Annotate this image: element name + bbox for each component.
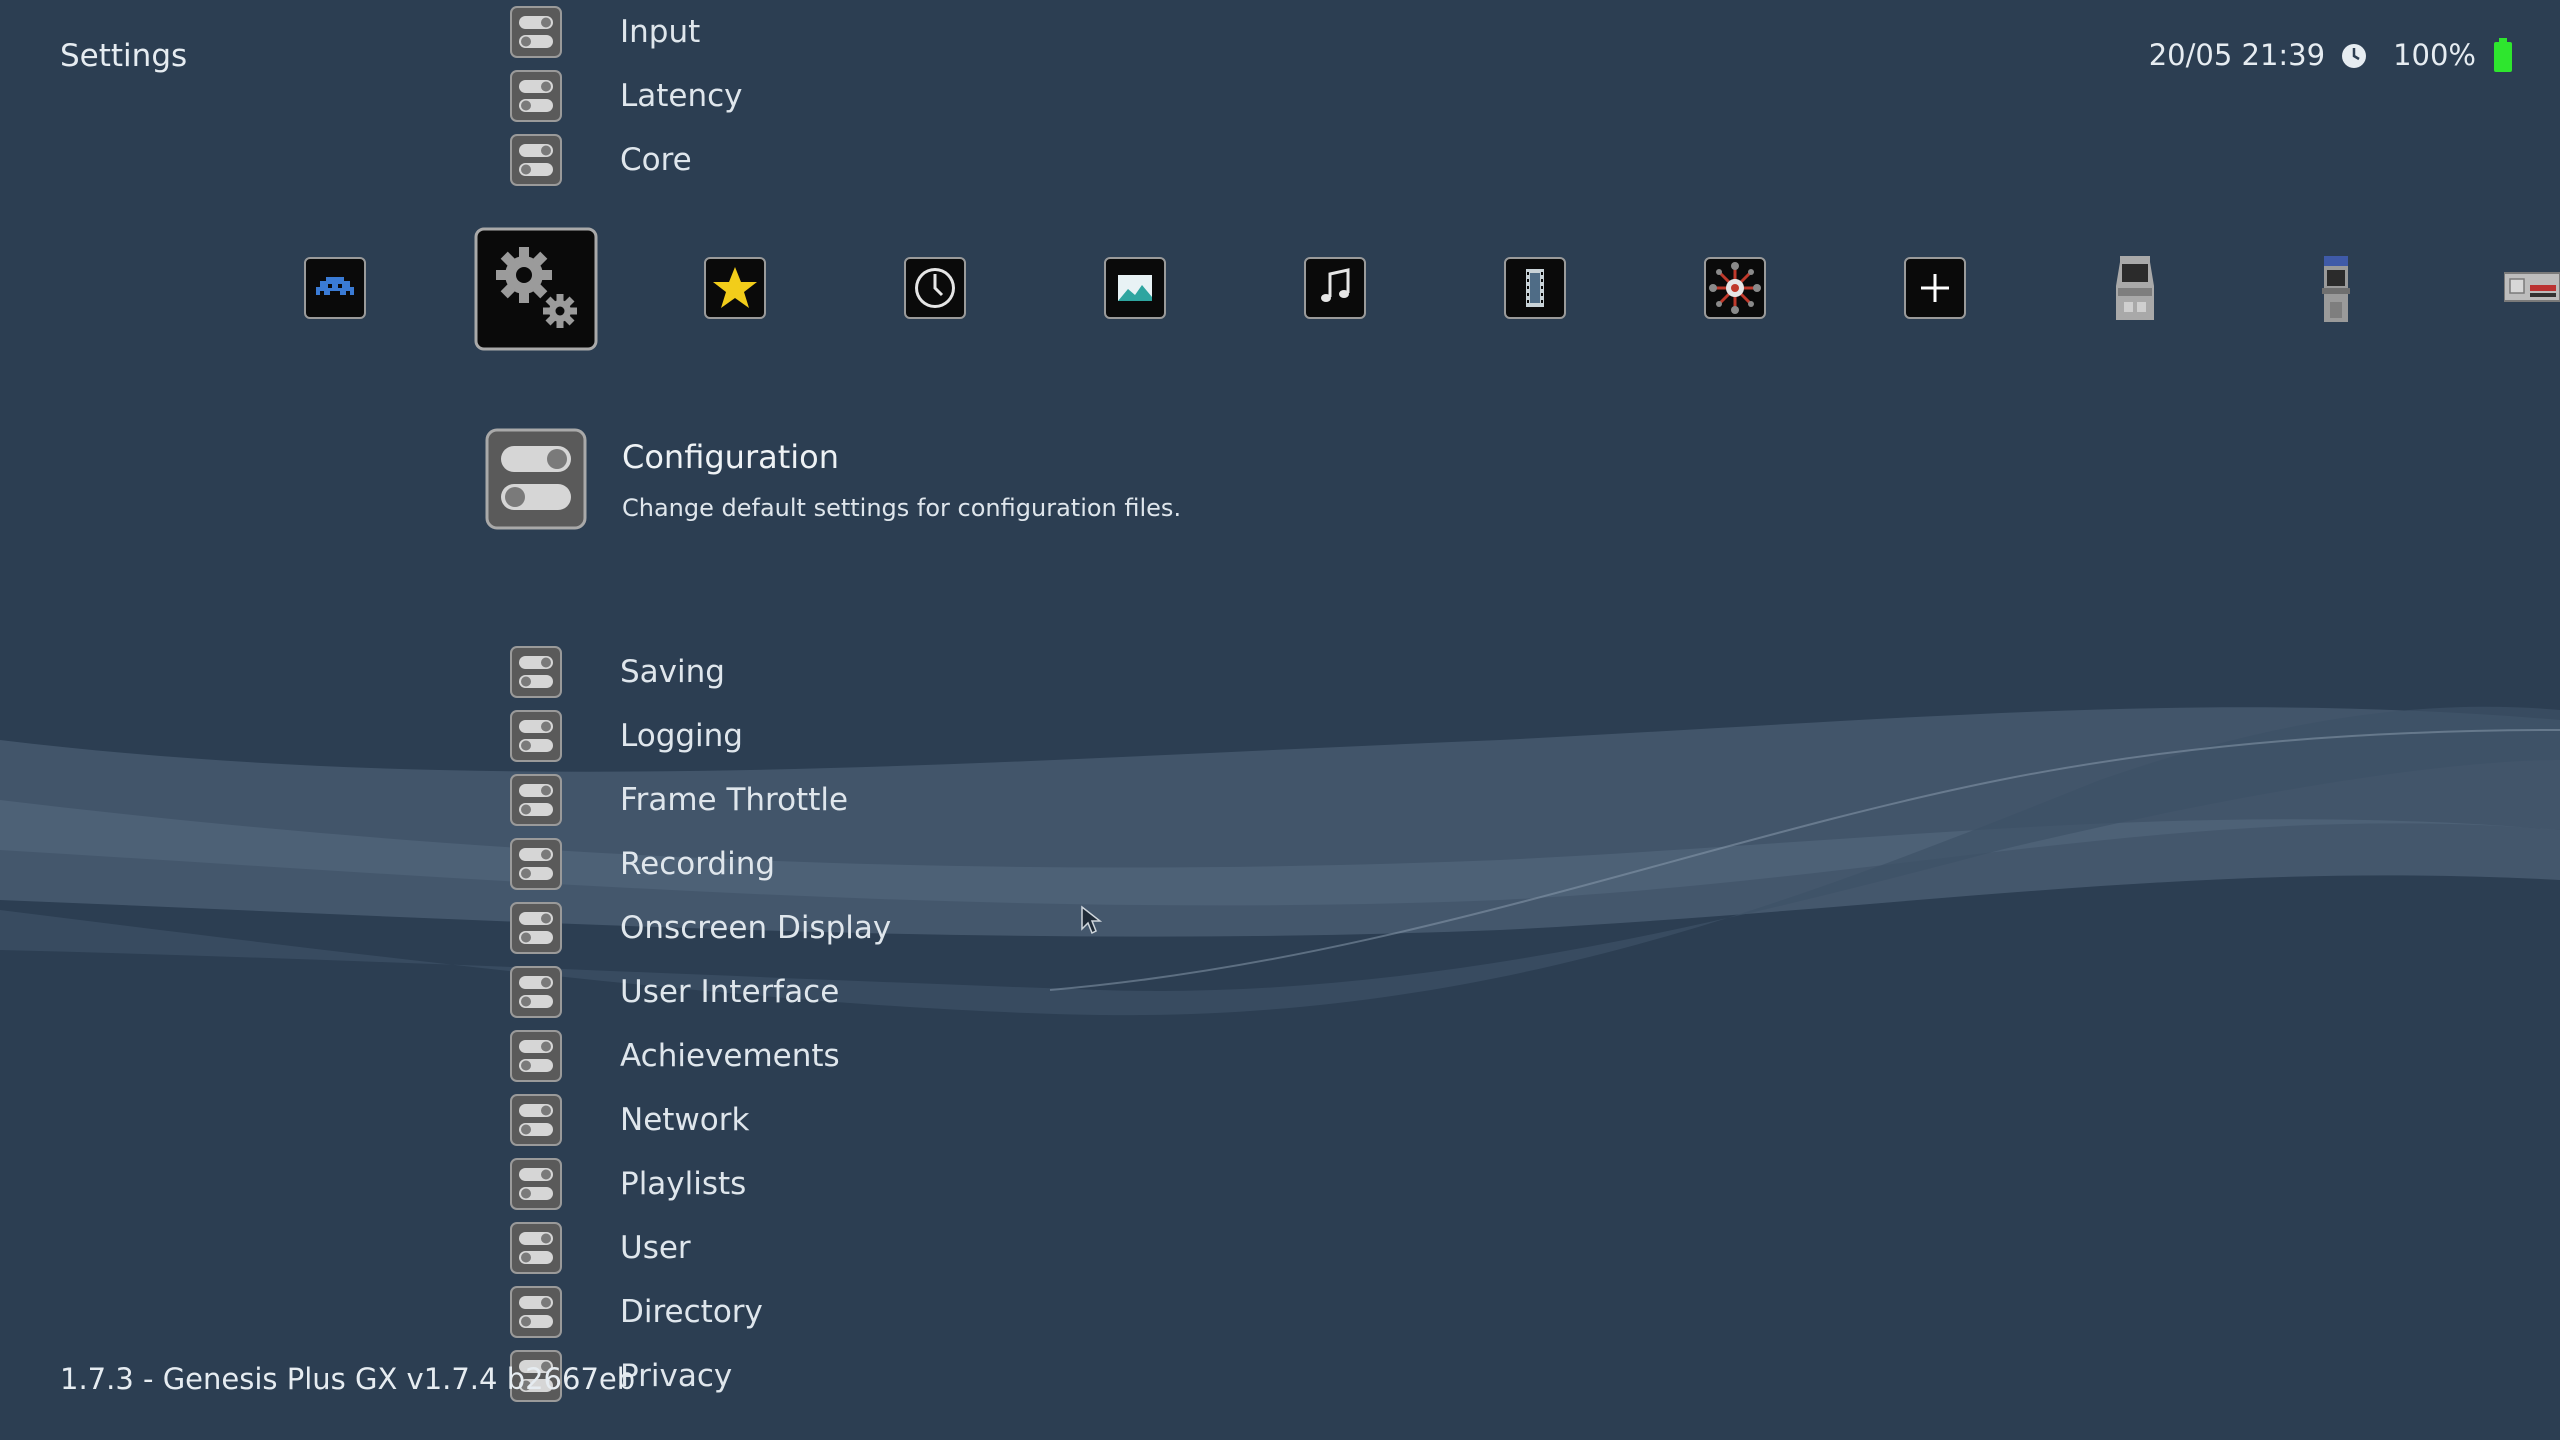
menu-item-label: Frame Throttle [620,782,849,818]
battery-icon [2494,38,2512,72]
menu-item-frame-throttle[interactable]: Frame Throttle [510,771,848,829]
tab-images[interactable] [1104,257,1166,319]
netplay-icon [1704,257,1766,319]
clock-icon [2341,42,2367,68]
toggle-switch-icon [485,428,587,530]
menu-item-network[interactable]: Network [510,1091,749,1149]
menu-item-user-interface[interactable]: User Interface [510,963,839,1021]
menu-item-label: Core [620,142,692,178]
plus-icon [1904,257,1966,319]
tab-arcade-upright[interactable] [2320,256,2352,322]
tab-arcade[interactable] [2110,254,2160,322]
menu-item-label: Saving [620,654,725,690]
toggle-switch-icon [510,646,562,698]
background-waves [0,706,2560,1016]
toggle-switch-icon [510,70,562,122]
version-text: 1.7.3 - Genesis Plus GX v1.7.4 b2667eb [60,1362,636,1396]
selected-item-title: Configuration [622,438,840,476]
battery-level: 100% [2393,38,2476,72]
menu-item-recording[interactable]: Recording [510,835,775,893]
toggle-switch-icon [510,710,562,762]
nes-console-icon [2504,272,2560,302]
menu-item-core[interactable]: Core [510,131,692,189]
menu-item-label: Latency [620,78,743,114]
menu-item-label: Achievements [620,1038,840,1074]
tab-videos[interactable] [1504,257,1566,319]
menu-item-label: Directory [620,1294,763,1330]
toggle-switch-icon [510,134,562,186]
datetime: 20/05 21:39 [2148,38,2326,72]
menu-item-onscreen-display[interactable]: Onscreen Display [510,899,891,957]
tab-history[interactable] [904,257,966,319]
tab-netplay[interactable] [1704,257,1766,319]
gears-icon [474,227,598,351]
menu-item-label: User [620,1230,691,1266]
menu-item-latency[interactable]: Latency [510,67,743,125]
menu-item-label: Playlists [620,1166,747,1202]
toggle-switch-icon [510,966,562,1018]
tab-favorites[interactable] [704,257,766,319]
toggle-switch-icon [510,1158,562,1210]
menu-item-logging[interactable]: Logging [510,707,743,765]
menu-item-directory[interactable]: Directory [510,1283,763,1341]
arcade-upright-icon [2322,256,2350,322]
film-icon [1504,257,1566,319]
menu-item-playlists[interactable]: Playlists [510,1155,746,1213]
toggle-switch-icon [510,1222,562,1274]
menu-item-label: Logging [620,718,743,754]
tab-console[interactable] [2504,271,2560,303]
arcade-cabinet-icon [2116,256,2154,320]
picture-icon [1104,257,1166,319]
toggle-switch-icon [510,902,562,954]
space-invader-icon [304,257,366,319]
tab-settings[interactable] [474,227,598,351]
menu-item-label: User Interface [620,974,840,1010]
menu-item-label: Onscreen Display [620,910,892,946]
toggle-switch-icon [510,1094,562,1146]
menu-item-label: Recording [620,846,776,882]
tab-music[interactable] [1304,257,1366,319]
tab-add[interactable] [1904,257,1966,319]
tab-main-menu[interactable] [304,257,366,319]
menu-item-user[interactable]: User [510,1219,691,1277]
status-bar: 20/05 21:39 100% [2149,38,2512,72]
menu-item-input[interactable]: Input [510,3,700,61]
mouse-cursor-icon [1081,905,1102,935]
menu-item-configuration[interactable]: Configuration Change default settings fo… [485,428,1181,530]
page-title: Settings [60,38,188,74]
menu-item-achievements[interactable]: Achievements [510,1027,840,1085]
menu-item-saving[interactable]: Saving [510,643,725,701]
menu-item-label: Input [620,14,701,50]
toggle-switch-icon [510,774,562,826]
menu-item-label: Privacy [620,1358,733,1394]
toggle-switch-icon [510,1030,562,1082]
toggle-switch-icon [510,1286,562,1338]
star-icon [704,257,766,319]
menu-item-label: Network [620,1102,750,1138]
toggle-switch-icon [510,6,562,58]
music-note-icon [1304,257,1366,319]
selected-item-description: Change default settings for configuratio… [622,494,1182,522]
clock-icon [904,257,966,319]
toggle-switch-icon [510,838,562,890]
